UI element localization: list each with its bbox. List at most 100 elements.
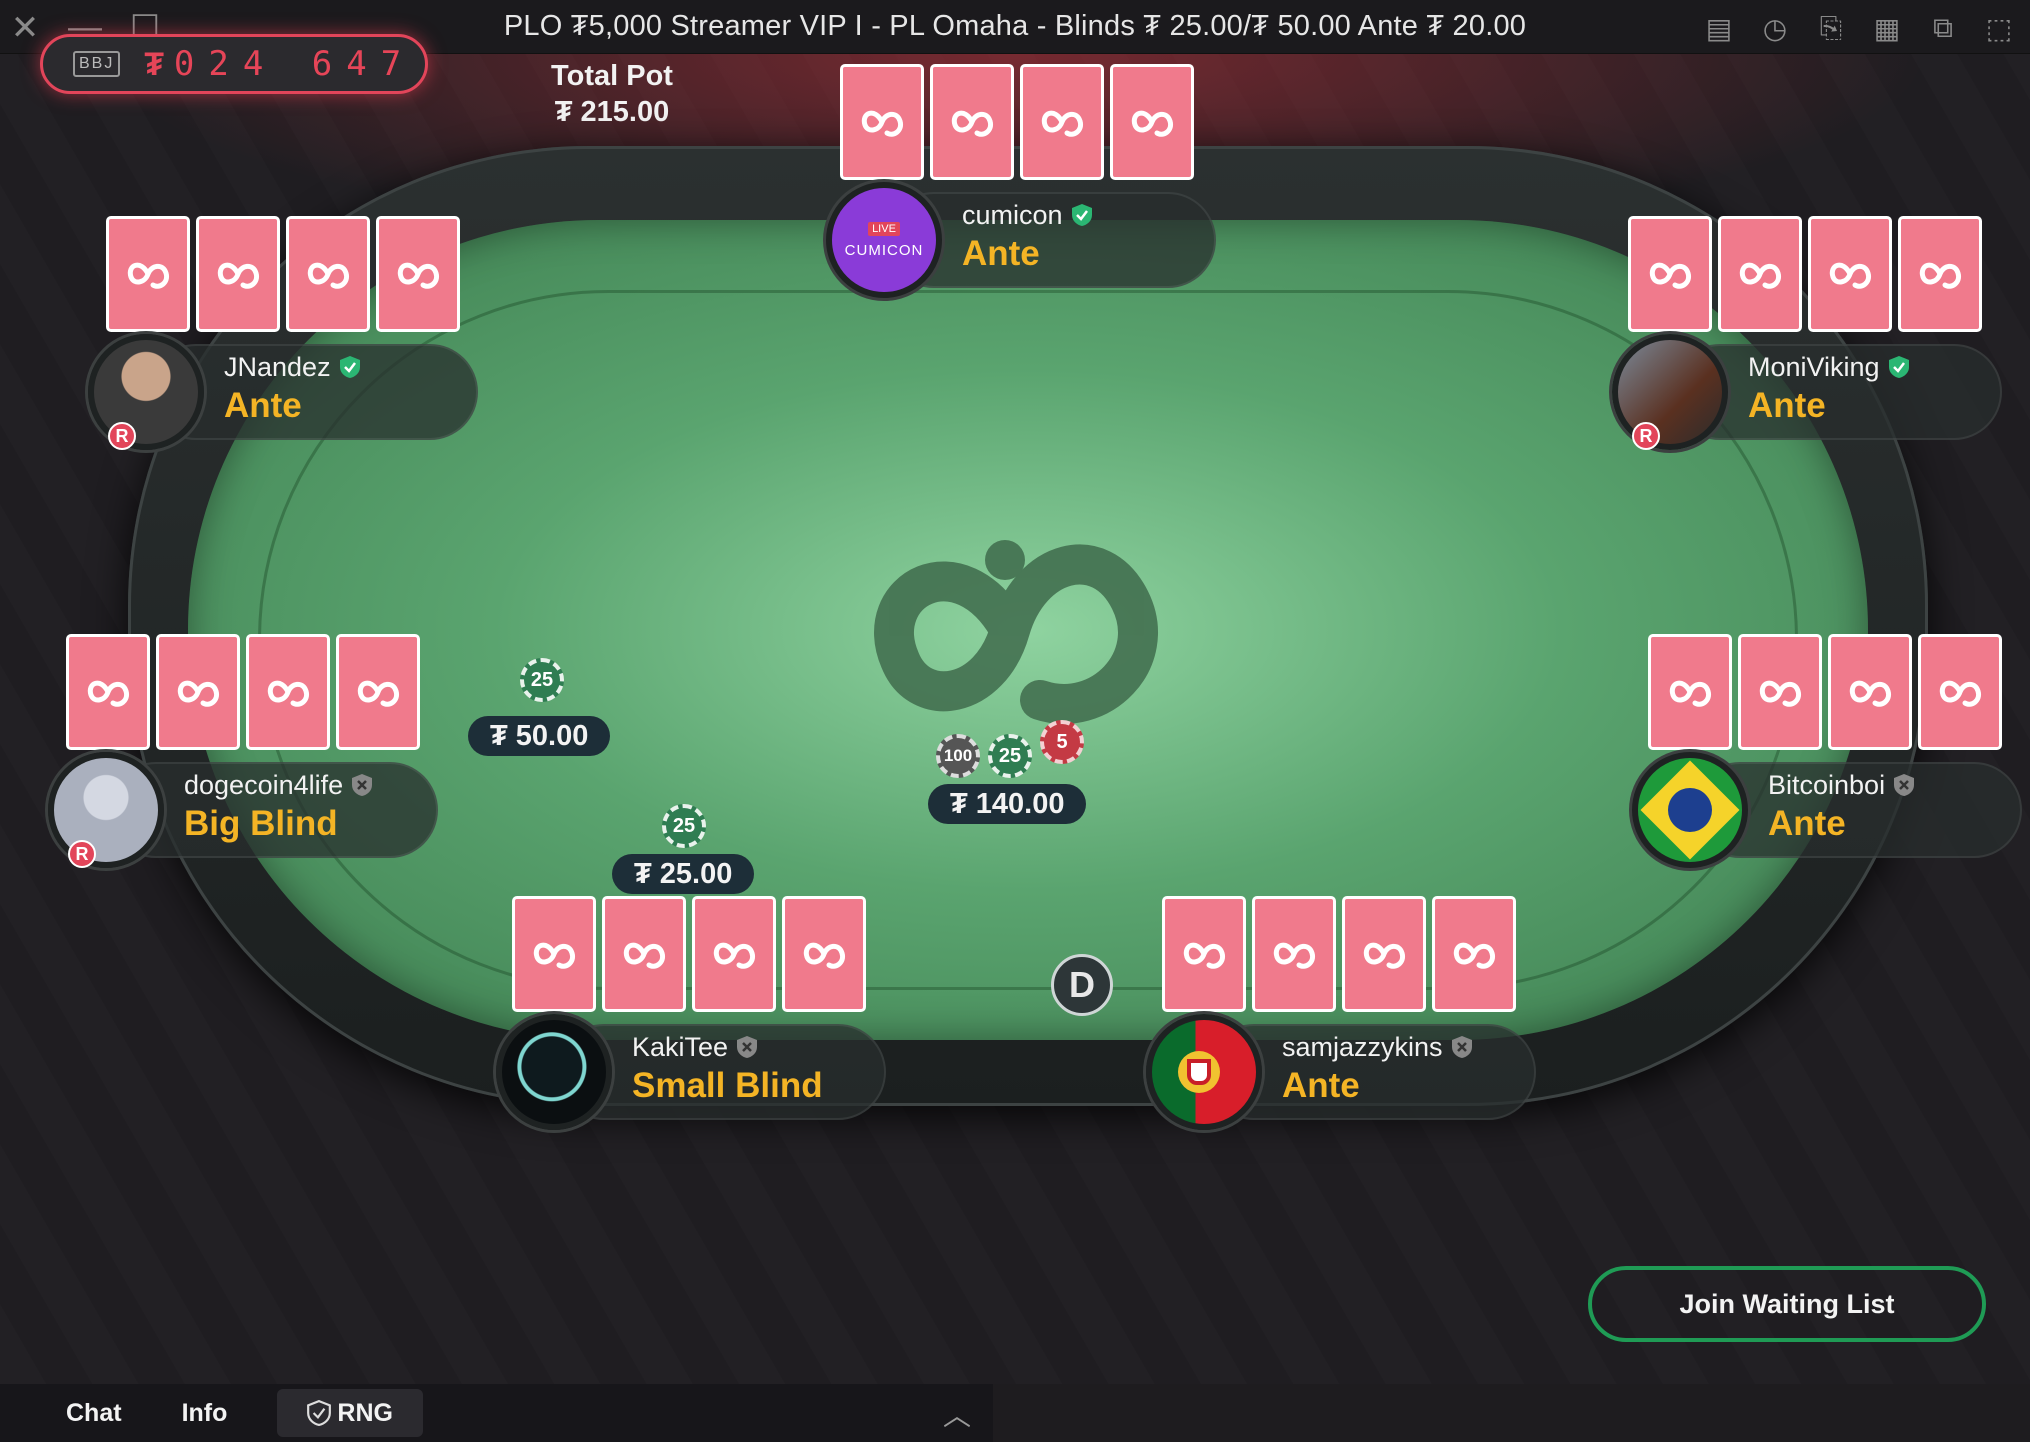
- card-back-logo-icon: [1669, 680, 1712, 707]
- card-back-logo-icon: [307, 262, 350, 289]
- player-name: MoniViking: [1748, 352, 1910, 383]
- hole-card: [1648, 634, 1732, 750]
- card-back-logo-icon: [127, 262, 170, 289]
- card-back-logo-icon: [267, 680, 310, 707]
- card-back-logo-icon: [177, 680, 220, 707]
- unverified-shield-icon: [1451, 1036, 1472, 1058]
- card-back-logo-icon: [1363, 942, 1406, 969]
- seat-moniviking[interactable]: R MoniViking Ante: [1612, 334, 2012, 450]
- card-back-logo-icon: [803, 942, 846, 969]
- portugal-flag-icon: [1146, 1014, 1262, 1130]
- card-back-logo-icon: [623, 942, 666, 969]
- hole-card: [1808, 216, 1892, 332]
- tile-icon[interactable]: ⧉: [1926, 12, 1960, 45]
- window-controls-right: ▤ ◷ ⎘ ▦ ⧉ ⬚: [1702, 12, 2016, 45]
- avatar: [1612, 334, 1728, 450]
- center-pot-amount: ₮ 140.00: [928, 784, 1087, 824]
- seat-samjazzykins[interactable]: samjazzykins Ante: [1146, 1014, 1546, 1130]
- tab-chat[interactable]: Chat: [0, 1389, 152, 1437]
- card-back-logo-icon: [713, 942, 756, 969]
- jackpot-amount: 024 647: [173, 44, 416, 84]
- bottom-bar: Chat Info RNG ︿: [0, 1384, 993, 1442]
- tab-rng-label: RNG: [337, 1398, 393, 1427]
- hole-card: [1898, 216, 1982, 332]
- history-icon[interactable]: ◷: [1758, 12, 1792, 45]
- card-back-logo-icon: [1453, 942, 1496, 969]
- card-back-logo-icon: [1273, 942, 1316, 969]
- card-back-logo-icon: [1939, 680, 1982, 707]
- hole-card: [1252, 896, 1336, 1012]
- hole-card: [602, 896, 686, 1012]
- bet-chip: 25: [520, 658, 564, 702]
- layout-icon[interactable]: ⬚: [1982, 12, 2016, 45]
- hole-card: [1020, 64, 1104, 180]
- r-badge: R: [1632, 422, 1660, 450]
- hole-card: [782, 896, 866, 1012]
- seat-kakitee[interactable]: KakiTee Small Blind: [496, 1014, 896, 1130]
- card-back-logo-icon: [533, 942, 576, 969]
- bad-beat-jackpot[interactable]: BBJ ₮ 024 647: [40, 34, 428, 94]
- avatar: [48, 752, 164, 868]
- card-back-logo-icon: [217, 262, 260, 289]
- seat-dogecoin4life[interactable]: R dogecoin4life Big Blind: [48, 752, 448, 868]
- hole-card: [1342, 896, 1426, 1012]
- bbj-badge: BBJ: [73, 51, 121, 77]
- hole-card: [1828, 634, 1912, 750]
- card-back-logo-icon: [1183, 942, 1226, 969]
- unverified-shield-icon: [1894, 774, 1915, 796]
- unverified-shield-icon: [737, 1036, 758, 1058]
- bet-amount-kakitee: ₮ 25.00: [612, 854, 755, 894]
- shield-icon: [307, 1400, 332, 1426]
- join-waiting-list-button[interactable]: Join Waiting List: [1588, 1266, 1986, 1342]
- hole-card: [156, 634, 240, 750]
- player-action: Big Blind: [184, 804, 338, 843]
- player-action: Ante: [1748, 386, 1826, 425]
- live-badge: LIVE: [868, 221, 900, 236]
- jackpot-currency: ₮: [144, 45, 164, 82]
- hole-card: [196, 216, 280, 332]
- unverified-shield-icon: [352, 774, 373, 796]
- player-name: JNandez: [224, 352, 361, 383]
- chevron-up-icon[interactable]: ︿: [943, 1394, 971, 1434]
- card-back-logo-icon: [1849, 680, 1892, 707]
- hole-card: [1162, 896, 1246, 1012]
- hole-card: [930, 64, 1014, 180]
- seat-bitcoinboi[interactable]: Bitcoinboi Ante: [1632, 752, 2030, 868]
- r-badge: R: [68, 840, 96, 868]
- r-badge: R: [108, 422, 136, 450]
- hole-card: [840, 64, 924, 180]
- player-action: Ante: [1768, 804, 1846, 843]
- seat-cumicon[interactable]: LIVE CUMICON cumicon Ante: [826, 182, 1216, 298]
- close-icon[interactable]: ✕: [8, 8, 42, 48]
- card-back-logo-icon: [397, 262, 440, 289]
- player-name: cumicon: [962, 200, 1093, 231]
- dealer-button: D: [1051, 954, 1113, 1016]
- avatar-label: CUMICON: [844, 241, 924, 259]
- hole-card: [1918, 634, 2002, 750]
- card-back-logo-icon: [1759, 680, 1802, 707]
- avatar: LIVE CUMICON: [826, 182, 942, 298]
- player-name: dogecoin4life: [184, 770, 373, 801]
- hole-card: [286, 216, 370, 332]
- avatar: [496, 1014, 612, 1130]
- player-name: Bitcoinboi: [1768, 770, 1915, 801]
- tab-rng[interactable]: RNG: [277, 1389, 423, 1437]
- tab-info[interactable]: Info: [152, 1389, 258, 1437]
- card-back-logo-icon: [951, 110, 994, 137]
- bet-amount-dogecoin4life: ₮ 50.00: [468, 716, 611, 756]
- brazil-flag-icon: [1632, 752, 1748, 868]
- seat-jnandez[interactable]: R JNandez Ante: [88, 334, 488, 450]
- grid-icon[interactable]: ▦: [1870, 12, 1904, 45]
- hole-card: [512, 896, 596, 1012]
- card-back-logo-icon: [1919, 262, 1962, 289]
- hole-card: [1628, 216, 1712, 332]
- player-name: samjazzykins: [1282, 1032, 1473, 1063]
- card-back-logo-icon: [861, 110, 904, 137]
- card-back-logo-icon: [1041, 110, 1084, 137]
- hole-card: [336, 634, 420, 750]
- menu-icon[interactable]: ▤: [1702, 12, 1736, 45]
- hole-card: [1738, 634, 1822, 750]
- player-action: Ante: [224, 386, 302, 425]
- export-icon[interactable]: ⎘: [1814, 12, 1848, 45]
- card-back-logo-icon: [1131, 110, 1174, 137]
